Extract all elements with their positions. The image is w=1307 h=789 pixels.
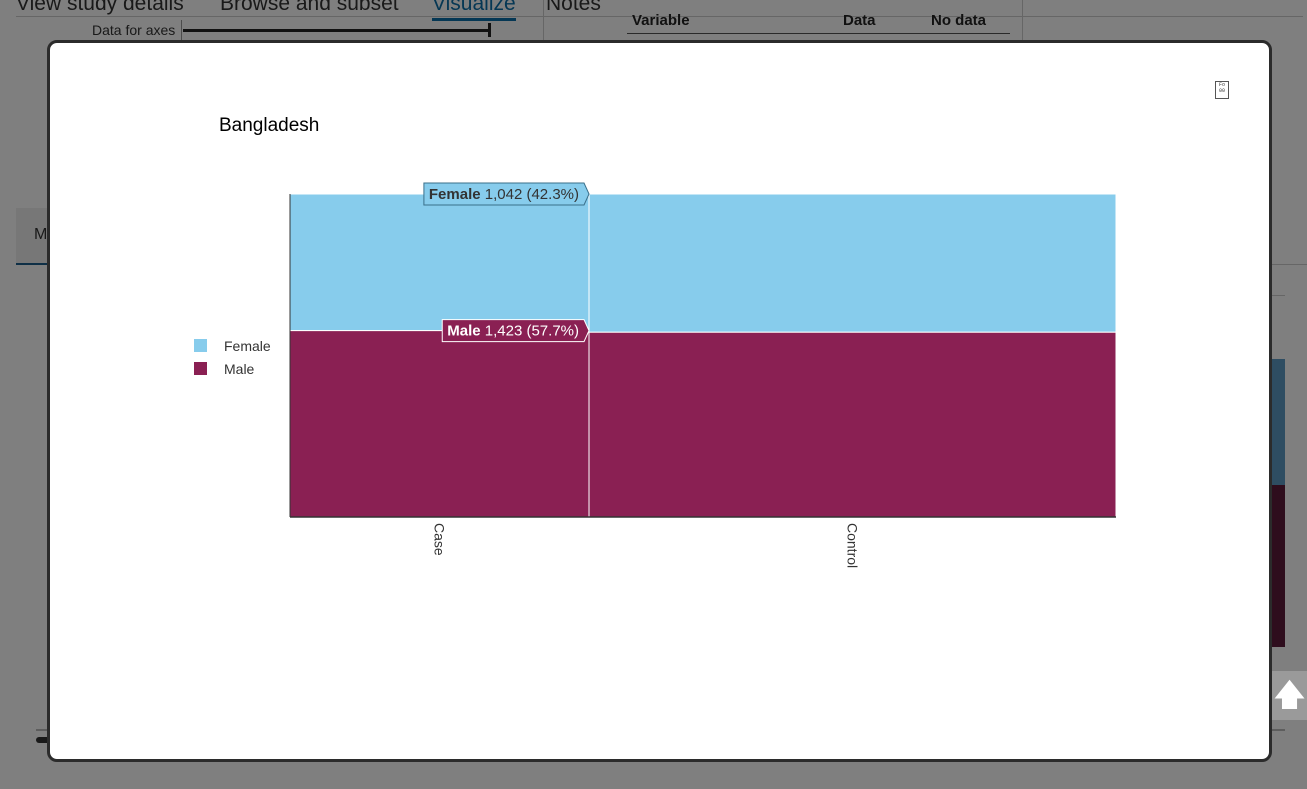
tooltip-female: Female 1,042 (42.3%) [423, 182, 590, 206]
bar-male-case[interactable] [289, 330, 590, 518]
bar-female-control[interactable] [588, 193, 1117, 333]
bar-female-case[interactable] [289, 193, 590, 332]
tooltip-series-label: Male [447, 323, 480, 340]
tooltip-value: 1,423 (57.7%) [481, 323, 579, 340]
chart-modal: Fo 00 Bangladesh Female Male Case Control F… [47, 40, 1272, 762]
mosaic-chart: Case Control Female 1,042 (42.3%) Male 1,42… [289, 182, 1117, 568]
tooltip-text-female: Female 1,042 (42.3%) [429, 186, 579, 203]
x-tick-label-case: Case [432, 523, 448, 556]
tooltip-series-label: Female [429, 186, 481, 203]
bar-male-control[interactable] [588, 331, 1117, 518]
tooltip-value: 1,042 (42.3%) [481, 186, 579, 203]
arrow-up-icon: 🡅 [1274, 678, 1305, 712]
tooltip-male: Male 1,423 (57.7%) [441, 319, 590, 343]
tooltip-text-male: Male 1,423 (57.7%) [447, 323, 579, 340]
x-tick-label-control: Control [845, 523, 861, 568]
scroll-to-top-button[interactable]: 🡅 [1272, 671, 1307, 720]
